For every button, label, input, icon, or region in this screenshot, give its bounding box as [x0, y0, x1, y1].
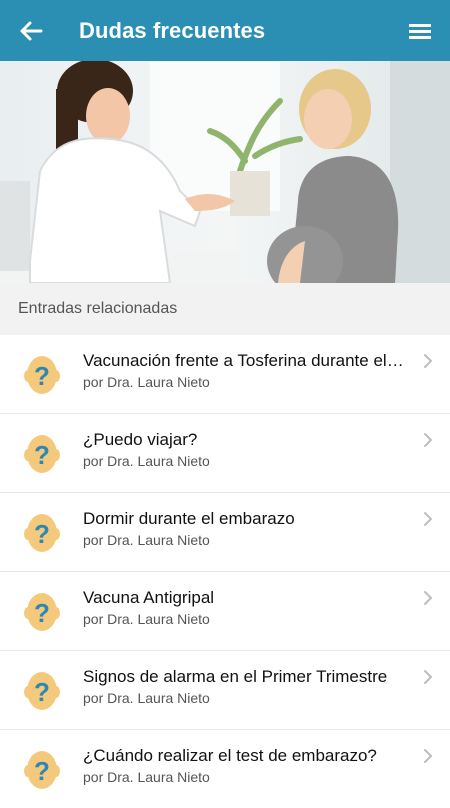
chevron-right-icon — [424, 354, 433, 368]
entry-author: por Dra. Laura Nieto — [83, 611, 210, 627]
svg-text:?: ? — [34, 598, 50, 628]
entry-title: Dormir durante el embarazo — [83, 509, 295, 528]
entry-title: Vacunación frente a Tosferina durante el… — [83, 351, 405, 370]
chevron-right-icon — [424, 433, 433, 447]
svg-text:?: ? — [34, 361, 50, 391]
chevron-right-icon — [424, 512, 433, 526]
page-title: Dudas frecuentes — [79, 18, 266, 43]
hamburger-menu-icon[interactable] — [406, 16, 436, 46]
chevron-right-icon — [424, 749, 433, 763]
list-item[interactable]: ? Vacunación frente a Tosferina durante … — [0, 335, 450, 414]
entry-author: por Dra. Laura Nieto — [83, 453, 210, 469]
question-avatar-icon: ? — [24, 672, 60, 710]
app-bar: Dudas frecuentes — [0, 0, 450, 61]
entry-title: Signos de alarma en el Primer Trimestre — [83, 667, 388, 686]
entry-title: ¿Cuándo realizar el test de embarazo? — [83, 746, 377, 765]
chevron-right-icon — [424, 591, 433, 605]
section-title: Entradas relacionadas — [18, 300, 178, 317]
question-avatar-icon: ? — [24, 356, 60, 394]
question-avatar-icon: ? — [24, 435, 60, 473]
entry-author: por Dra. Laura Nieto — [83, 532, 210, 548]
svg-text:?: ? — [34, 677, 50, 707]
list-item[interactable]: ? Signos de alarma en el Primer Trimestr… — [0, 651, 450, 730]
svg-text:?: ? — [34, 519, 50, 549]
list-item[interactable]: ? Dormir durante el embarazo por Dra. La… — [0, 493, 450, 572]
list-item[interactable]: ? ¿Puedo viajar? por Dra. Laura Nieto — [0, 414, 450, 493]
question-avatar-icon: ? — [24, 593, 60, 631]
section-header: Entradas relacionadas — [0, 283, 450, 335]
entries-list: ? Vacunación frente a Tosferina durante … — [0, 335, 450, 808]
entry-author: por Dra. Laura Nieto — [83, 690, 210, 706]
list-item[interactable]: ? Vacuna Antigripal por Dra. Laura Nieto — [0, 572, 450, 651]
entry-author: por Dra. Laura Nieto — [83, 769, 210, 785]
entry-title: Vacuna Antigripal — [83, 588, 215, 607]
svg-text:?: ? — [34, 756, 50, 786]
question-avatar-icon: ? — [24, 514, 60, 552]
hero-image — [0, 61, 450, 283]
question-avatar-icon: ? — [24, 751, 60, 789]
entry-title: ¿Puedo viajar? — [83, 430, 198, 449]
svg-text:?: ? — [34, 440, 50, 470]
list-item[interactable]: ? ¿Cuándo realizar el test de embarazo? … — [0, 730, 450, 808]
arrow-left-icon[interactable] — [14, 14, 48, 48]
entry-author: por Dra. Laura Nieto — [83, 374, 210, 390]
chevron-right-icon — [424, 670, 433, 684]
